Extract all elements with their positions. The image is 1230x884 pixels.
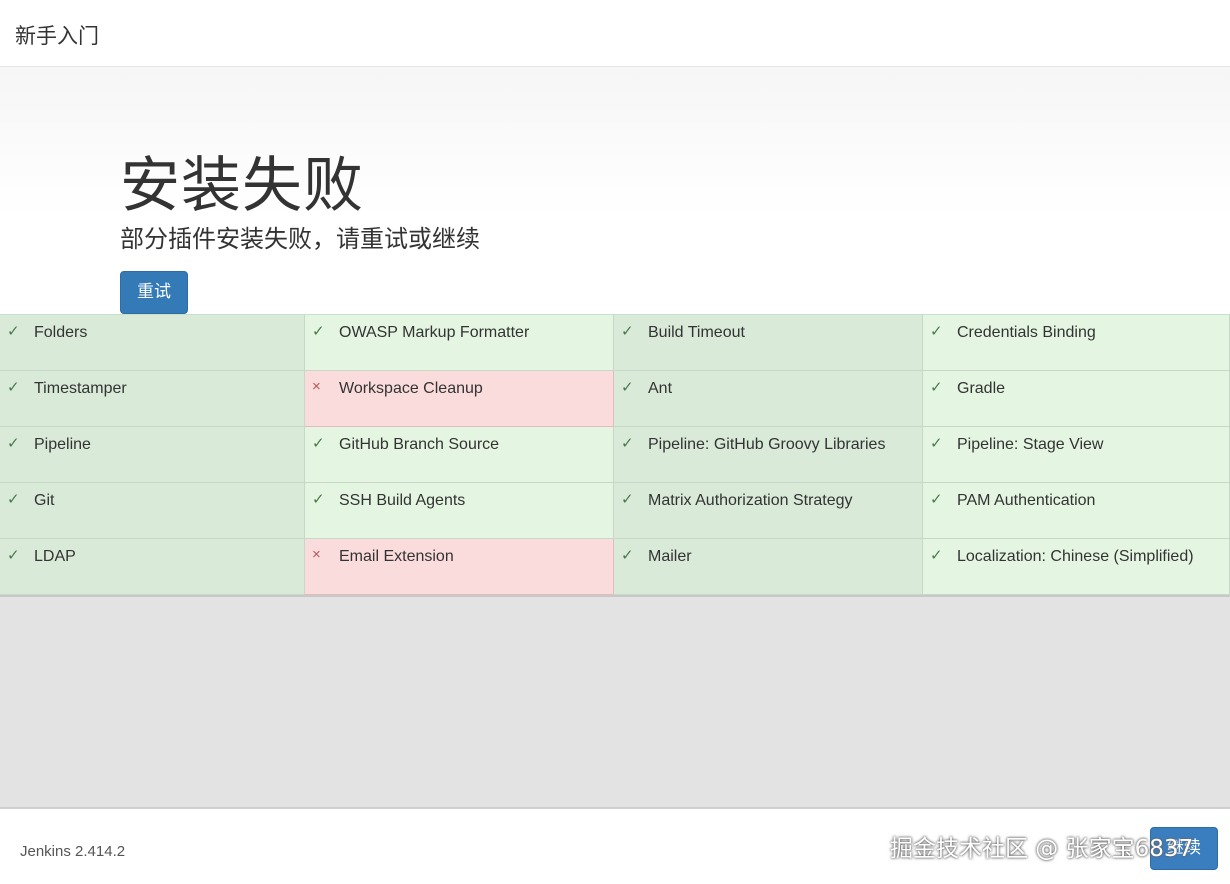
retry-button[interactable]: 重试 — [120, 271, 188, 314]
header-title: 新手入门 — [15, 24, 99, 48]
plugin-name: Gradle — [957, 380, 1006, 397]
plugin-name: Pipeline — [34, 436, 91, 453]
plugin-name: OWASP Markup Formatter — [339, 324, 530, 341]
header: 新手入门 — [0, 0, 1230, 67]
cross-icon: × — [312, 546, 321, 563]
plugin-name: LDAP — [34, 548, 76, 565]
setup-wizard-page: 新手入门 安装失败 部分插件安装失败，请重试或继续 重试 ✓ Folders ✓ OW… — [0, 0, 1230, 884]
plugin-name: Timestamper — [34, 380, 127, 397]
check-icon: ✓ — [621, 547, 634, 564]
plugin-item: ✓ Mailer — [614, 539, 923, 595]
plugin-name: Email Extension — [339, 548, 454, 565]
plugin-name: Mailer — [648, 548, 692, 565]
install-status-hero: 安装失败 部分插件安装失败，请重试或继续 重试 — [0, 67, 1230, 315]
plugin-name: Localization: Chinese (Simplified) — [957, 548, 1194, 565]
cross-icon: × — [312, 378, 321, 395]
plugin-item: ✓ Pipeline: Stage View — [923, 427, 1230, 483]
plugin-name: Git — [34, 492, 55, 509]
check-icon: ✓ — [7, 379, 20, 396]
check-icon: ✓ — [930, 435, 943, 452]
plugin-item: ✓ Ant — [614, 371, 923, 427]
plugin-item: ✓ Git — [0, 483, 305, 539]
page-title: 安装失败 — [120, 151, 364, 221]
plugin-item: ✓ PAM Authentication — [923, 483, 1230, 539]
plugin-item: ✓ Credentials Binding — [923, 315, 1230, 371]
page-subtitle: 部分插件安装失败，请重试或继续 — [120, 225, 480, 253]
plugin-name: Ant — [648, 380, 673, 397]
plugin-item: ✓ GitHub Branch Source — [305, 427, 614, 483]
check-icon: ✓ — [621, 491, 634, 508]
plugin-item: × Workspace Cleanup — [305, 371, 614, 427]
plugin-item: ✓ LDAP — [0, 539, 305, 595]
plugin-item: ✓ Folders — [0, 315, 305, 371]
plugin-name: GitHub Branch Source — [339, 436, 500, 453]
check-icon: ✓ — [312, 435, 325, 452]
check-icon: ✓ — [930, 547, 943, 564]
plugin-name: Pipeline: GitHub Groovy Libraries — [648, 436, 886, 453]
check-icon: ✓ — [930, 491, 943, 508]
check-icon: ✓ — [7, 435, 20, 452]
plugin-item: ✓ Build Timeout — [614, 315, 923, 371]
check-icon: ✓ — [7, 323, 20, 340]
plugin-name: Pipeline: Stage View — [957, 436, 1104, 453]
plugin-name: Credentials Binding — [957, 324, 1096, 341]
plugin-name: PAM Authentication — [957, 492, 1096, 509]
plugin-item: ✓ Localization: Chinese (Simplified) — [923, 539, 1230, 595]
plugin-item: ✓ Gradle — [923, 371, 1230, 427]
check-icon: ✓ — [312, 323, 325, 340]
plugin-item: ✓ Pipeline — [0, 427, 305, 483]
plugin-name: Folders — [34, 324, 88, 341]
plugin-status-list: ✓ Folders ✓ OWASP Markup Formatter ✓ Build Ti… — [0, 314, 1230, 597]
check-icon: ✓ — [930, 379, 943, 396]
plugin-name: Build Timeout — [648, 324, 745, 341]
plugin-item: ✓ Pipeline: GitHub Groovy Libraries — [614, 427, 923, 483]
plugin-item: × Email Extension — [305, 539, 614, 595]
check-icon: ✓ — [312, 491, 325, 508]
plugin-name: Matrix Authorization Strategy — [648, 492, 853, 509]
check-icon: ✓ — [621, 379, 634, 396]
plugin-name: Workspace Cleanup — [339, 380, 483, 397]
footer: Jenkins 2.414.2 继续 掘金技术社区 @ 张家宝6837 — [0, 809, 1230, 884]
install-log-area — [0, 597, 1230, 809]
jenkins-version: Jenkins 2.414.2 — [20, 843, 126, 860]
plugin-name: SSH Build Agents — [339, 492, 466, 509]
check-icon: ✓ — [7, 547, 20, 564]
plugin-item: ✓ OWASP Markup Formatter — [305, 315, 614, 371]
check-icon: ✓ — [930, 323, 943, 340]
check-icon: ✓ — [621, 435, 634, 452]
check-icon: ✓ — [7, 491, 20, 508]
plugin-item: ✓ SSH Build Agents — [305, 483, 614, 539]
check-icon: ✓ — [621, 323, 634, 340]
site-watermark: 掘金技术社区 @ 张家宝6837 — [890, 836, 1194, 862]
plugin-item: ✓ Matrix Authorization Strategy — [614, 483, 923, 539]
plugin-item: ✓ Timestamper — [0, 371, 305, 427]
